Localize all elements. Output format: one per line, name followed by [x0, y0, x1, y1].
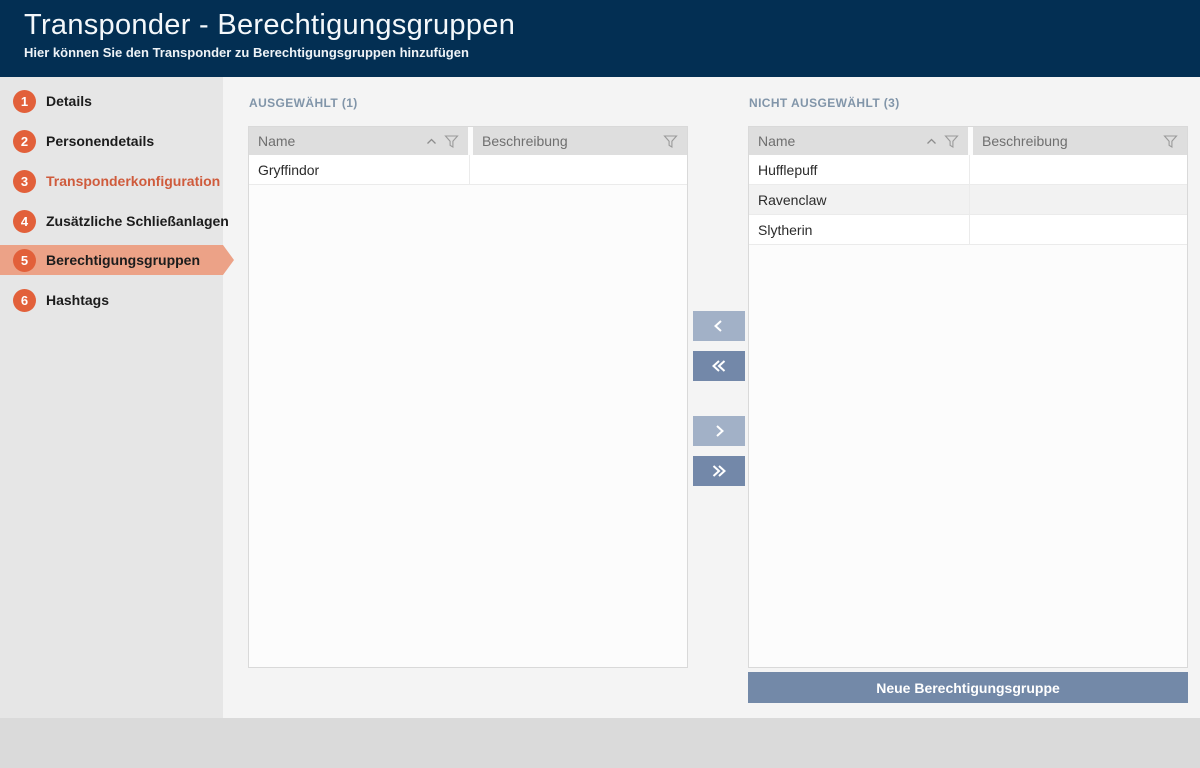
step-6-badge: 6: [13, 289, 36, 312]
wizard-header: Transponder - Berechtigungsgruppen Hier …: [0, 0, 1200, 77]
selected-description-column-header[interactable]: Beschreibung: [473, 127, 687, 155]
selected-groups-table: Name Beschreibung Gryffindor: [248, 126, 688, 668]
group-description-cell: [970, 185, 1187, 214]
sidebar-item-transponderkonfiguration[interactable]: 3 Transponderkonfiguration: [0, 166, 223, 196]
column-label: Beschreibung: [982, 133, 1068, 149]
step-3-badge: 3: [13, 170, 36, 193]
unselected-table-header: Name Beschreibung: [749, 127, 1187, 155]
double-chevron-right-icon: [709, 463, 729, 479]
move-all-to-unselected-button[interactable]: [693, 456, 745, 486]
filter-icon[interactable]: [1163, 134, 1178, 149]
chevron-right-icon: [710, 423, 728, 439]
unselected-groups-table: Name Beschreibung Hufflepuff Ravenclaw S…: [748, 126, 1188, 668]
step-5-label: Berechtigungsgruppen: [46, 252, 200, 268]
sidebar-item-hashtags[interactable]: 6 Hashtags: [0, 285, 223, 315]
step-2-label: Personendetails: [46, 133, 154, 149]
group-description-cell: [970, 155, 1187, 184]
unselected-section-label: NICHT AUSGEWÄHLT (3): [749, 96, 900, 110]
double-chevron-left-icon: [709, 358, 729, 374]
move-to-selected-button[interactable]: [693, 311, 745, 341]
filter-icon[interactable]: [944, 134, 959, 149]
step-1-badge: 1: [13, 90, 36, 113]
step-3-label: Transponderkonfiguration: [46, 173, 220, 189]
sidebar-item-berechtigungsgruppen[interactable]: 5 Berechtigungsgruppen: [0, 245, 223, 275]
new-authorization-group-button[interactable]: Neue Berechtigungsgruppe: [748, 672, 1188, 703]
column-label: Name: [258, 133, 295, 149]
selected-name-column-header[interactable]: Name: [249, 127, 468, 155]
table-row-hufflepuff[interactable]: Hufflepuff: [749, 155, 1187, 185]
table-row-slytherin[interactable]: Slytherin: [749, 215, 1187, 245]
group-description-cell: [970, 215, 1187, 244]
group-name-cell: Ravenclaw: [749, 185, 970, 214]
sidebar-item-details[interactable]: 1 Details: [0, 86, 223, 116]
wizard-steps-sidebar: 1 Details 2 Personendetails 3 Transponde…: [0, 77, 223, 718]
step-1-label: Details: [46, 93, 92, 109]
step-5-badge: 5: [13, 249, 36, 272]
group-name-cell: Hufflepuff: [749, 155, 970, 184]
group-description-cell: [470, 155, 687, 184]
selected-table-header: Name Beschreibung: [249, 127, 687, 155]
step-6-label: Hashtags: [46, 292, 109, 308]
table-row-gryffindor[interactable]: Gryffindor: [249, 155, 687, 185]
sidebar-item-zusaetzliche-schliessanlagen[interactable]: 4 Zusätzliche Schließanlagen: [0, 206, 223, 236]
active-step-arrow: [223, 245, 234, 275]
group-name-cell: Slytherin: [749, 215, 970, 244]
sidebar-item-personendetails[interactable]: 2 Personendetails: [0, 126, 223, 156]
filter-icon[interactable]: [444, 134, 459, 149]
column-label: Name: [758, 133, 795, 149]
move-to-unselected-button[interactable]: [693, 416, 745, 446]
chevron-left-icon: [710, 318, 728, 334]
footer-bar: Weiteres Objekt erstellen < Zurück Weite…: [0, 718, 1200, 768]
unselected-description-column-header[interactable]: Beschreibung: [973, 127, 1187, 155]
group-name-cell: Gryffindor: [249, 155, 470, 184]
step-4-badge: 4: [13, 210, 36, 233]
move-all-to-selected-button[interactable]: [693, 351, 745, 381]
page-subtitle: Hier können Sie den Transponder zu Berec…: [0, 42, 1200, 60]
page-title: Transponder - Berechtigungsgruppen: [0, 0, 1200, 42]
step-4-label: Zusätzliche Schließanlagen: [46, 213, 229, 229]
unselected-name-column-header[interactable]: Name: [749, 127, 968, 155]
column-label: Beschreibung: [482, 133, 568, 149]
filter-icon[interactable]: [663, 134, 678, 149]
step-2-badge: 2: [13, 130, 36, 153]
sort-ascending-icon: [926, 138, 937, 145]
selected-section-label: AUSGEWÄHLT (1): [249, 96, 358, 110]
table-row-ravenclaw[interactable]: Ravenclaw: [749, 185, 1187, 215]
sort-ascending-icon: [426, 138, 437, 145]
